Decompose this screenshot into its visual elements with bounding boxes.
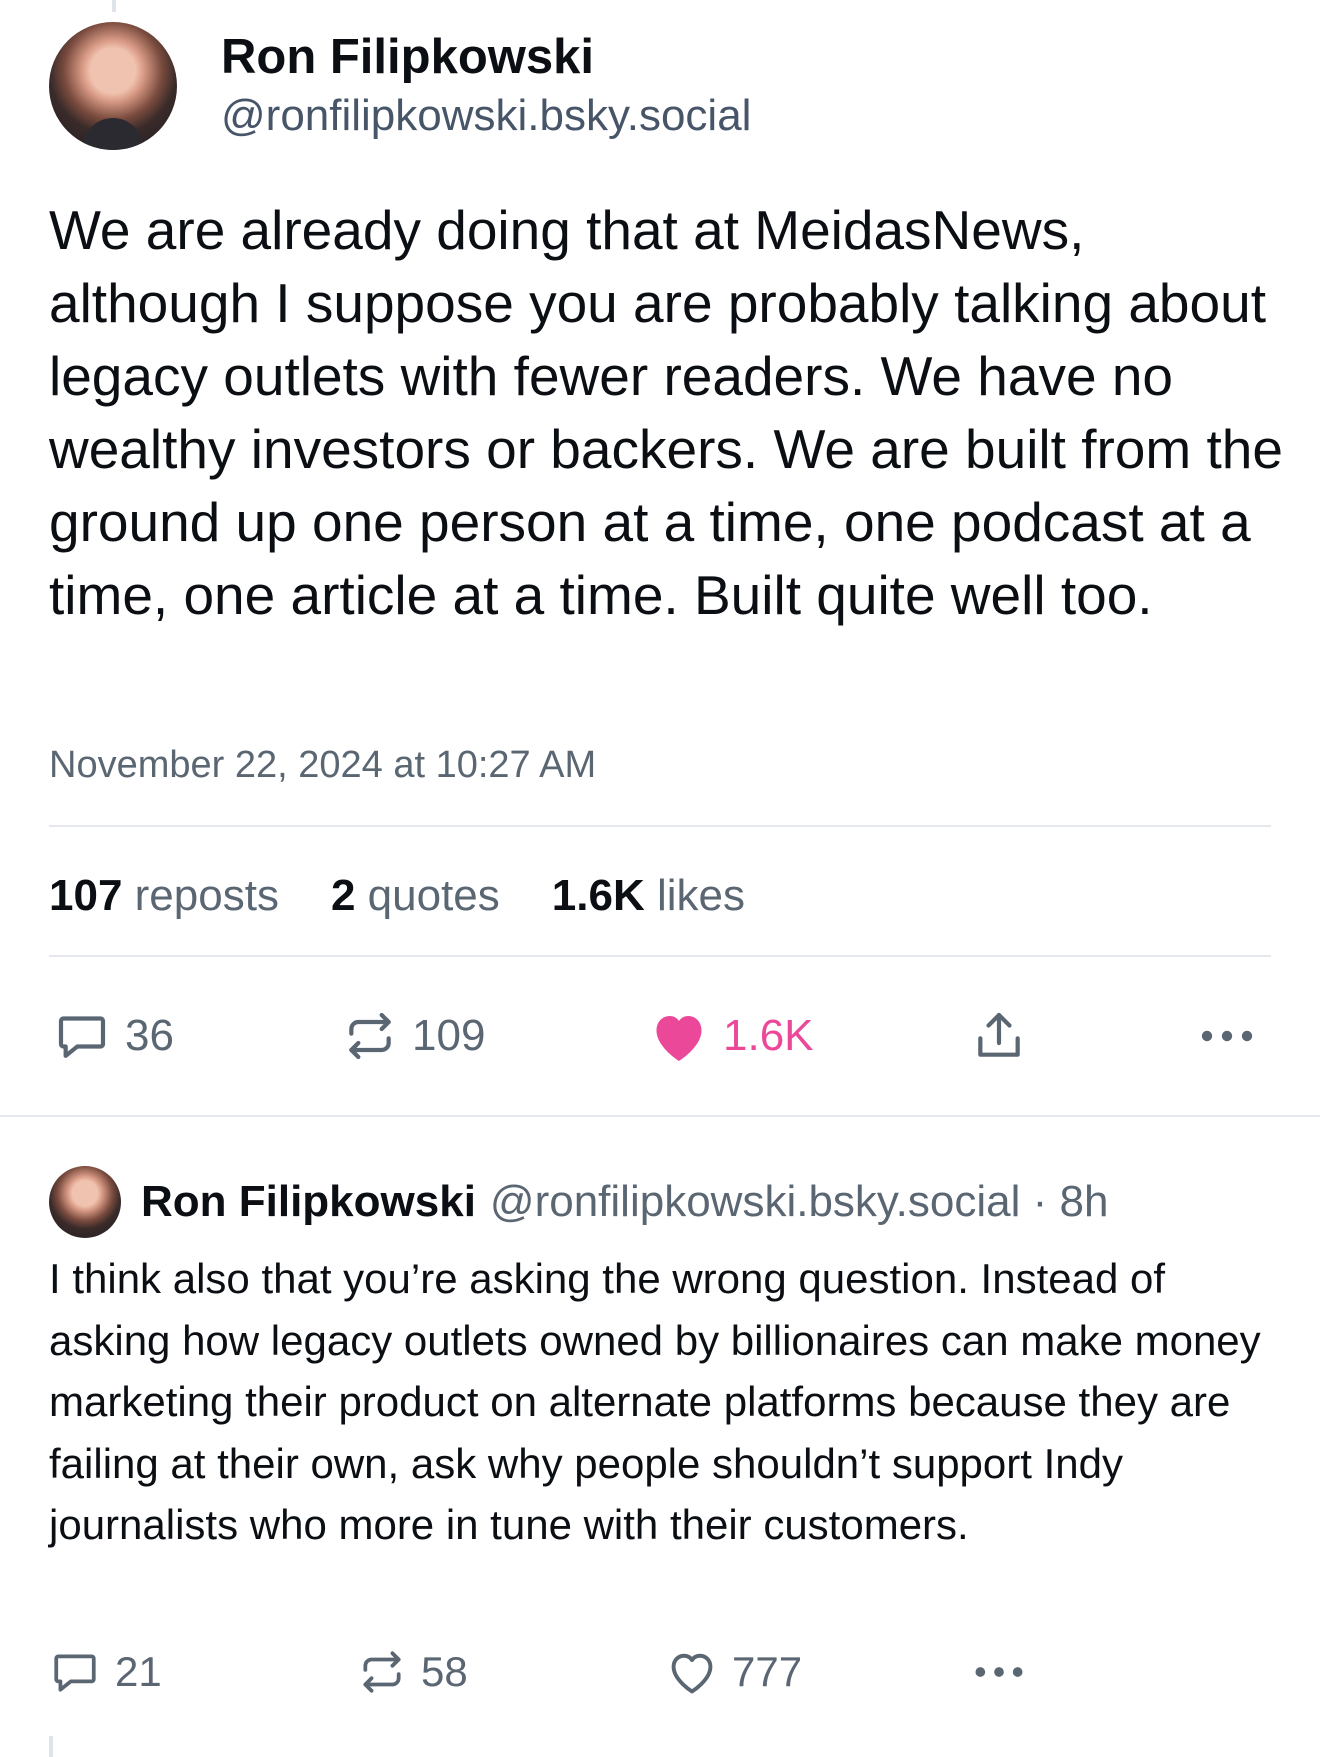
author-handle[interactable]: @ronfilipkowski.bsky.social bbox=[221, 87, 751, 145]
quotes-stat[interactable]: 2 quotes bbox=[331, 868, 500, 924]
heart-icon bbox=[649, 1008, 709, 1064]
thread-connector-line bbox=[112, 0, 116, 12]
like-count: 777 bbox=[732, 1648, 803, 1695]
post-stats: 107 reposts 2 quotes 1.6K likes bbox=[49, 868, 797, 924]
post-text: We are already doing that at MeidasNews,… bbox=[49, 199, 1283, 626]
reply-count: 36 bbox=[125, 1011, 174, 1060]
post-text: I think also that you’re asking the wron… bbox=[49, 1255, 1261, 1548]
post-actions: 36 109 1.6K bbox=[49, 1004, 1271, 1068]
post-timestamp: November 22, 2024 at 10:27 AM bbox=[49, 744, 597, 786]
divider bbox=[0, 1115, 1320, 1117]
likes-stat[interactable]: 1.6K likes bbox=[552, 868, 745, 924]
more-options-button[interactable] bbox=[1197, 1004, 1257, 1068]
avatar[interactable] bbox=[49, 1166, 121, 1238]
more-icon bbox=[1197, 1026, 1257, 1046]
author-name[interactable]: Ron Filipkowski bbox=[221, 27, 751, 87]
likes-label: likes bbox=[656, 871, 745, 920]
like-button[interactable]: 1.6K bbox=[649, 1004, 814, 1068]
reply-count: 21 bbox=[115, 1648, 162, 1695]
reply-button[interactable]: 21 bbox=[49, 1640, 162, 1704]
author-info: Ron Filipkowski @ronfilipkowski.bsky.soc… bbox=[221, 27, 751, 145]
thread-view: Ron Filipkowski @ronfilipkowski.bsky.soc… bbox=[0, 0, 1320, 1757]
share-icon bbox=[971, 1007, 1027, 1065]
reposts-stat[interactable]: 107 reposts bbox=[49, 868, 279, 924]
repost-button[interactable]: 58 bbox=[357, 1640, 468, 1704]
divider bbox=[49, 955, 1271, 957]
like-count: 1.6K bbox=[723, 1011, 814, 1060]
reply-post-header: Ron Filipkowski @ronfilipkowski.bsky.soc… bbox=[49, 1166, 1108, 1238]
reply-icon bbox=[53, 1008, 111, 1064]
repost-button[interactable]: 109 bbox=[342, 1004, 485, 1068]
more-options-button[interactable] bbox=[971, 1640, 1027, 1704]
repost-icon bbox=[357, 1647, 407, 1697]
repost-count: 58 bbox=[421, 1648, 468, 1695]
quotes-label: quotes bbox=[367, 871, 500, 920]
divider bbox=[49, 825, 1271, 827]
author-name[interactable]: Ron Filipkowski bbox=[141, 1177, 476, 1227]
reposts-label: reposts bbox=[134, 871, 279, 920]
reply-icon bbox=[49, 1647, 101, 1697]
share-button[interactable] bbox=[971, 1004, 1027, 1068]
repost-count: 109 bbox=[412, 1011, 486, 1060]
like-button[interactable]: 777 bbox=[666, 1640, 802, 1704]
quotes-count: 2 bbox=[330, 871, 356, 920]
thread-connector-line bbox=[49, 1736, 53, 1757]
more-icon bbox=[971, 1662, 1027, 1682]
likes-count: 1.6K bbox=[551, 871, 645, 920]
main-post-header: Ron Filipkowski @ronfilipkowski.bsky.soc… bbox=[49, 22, 751, 150]
reposts-count: 107 bbox=[49, 871, 123, 920]
avatar[interactable] bbox=[49, 22, 177, 150]
repost-icon bbox=[342, 1008, 398, 1064]
reply-button[interactable]: 36 bbox=[53, 1004, 174, 1068]
heart-icon bbox=[666, 1647, 718, 1697]
author-handle-and-time[interactable]: @ronfilipkowski.bsky.social · 8h bbox=[490, 1177, 1109, 1227]
post-actions: 21 58 777 bbox=[49, 1640, 1271, 1700]
